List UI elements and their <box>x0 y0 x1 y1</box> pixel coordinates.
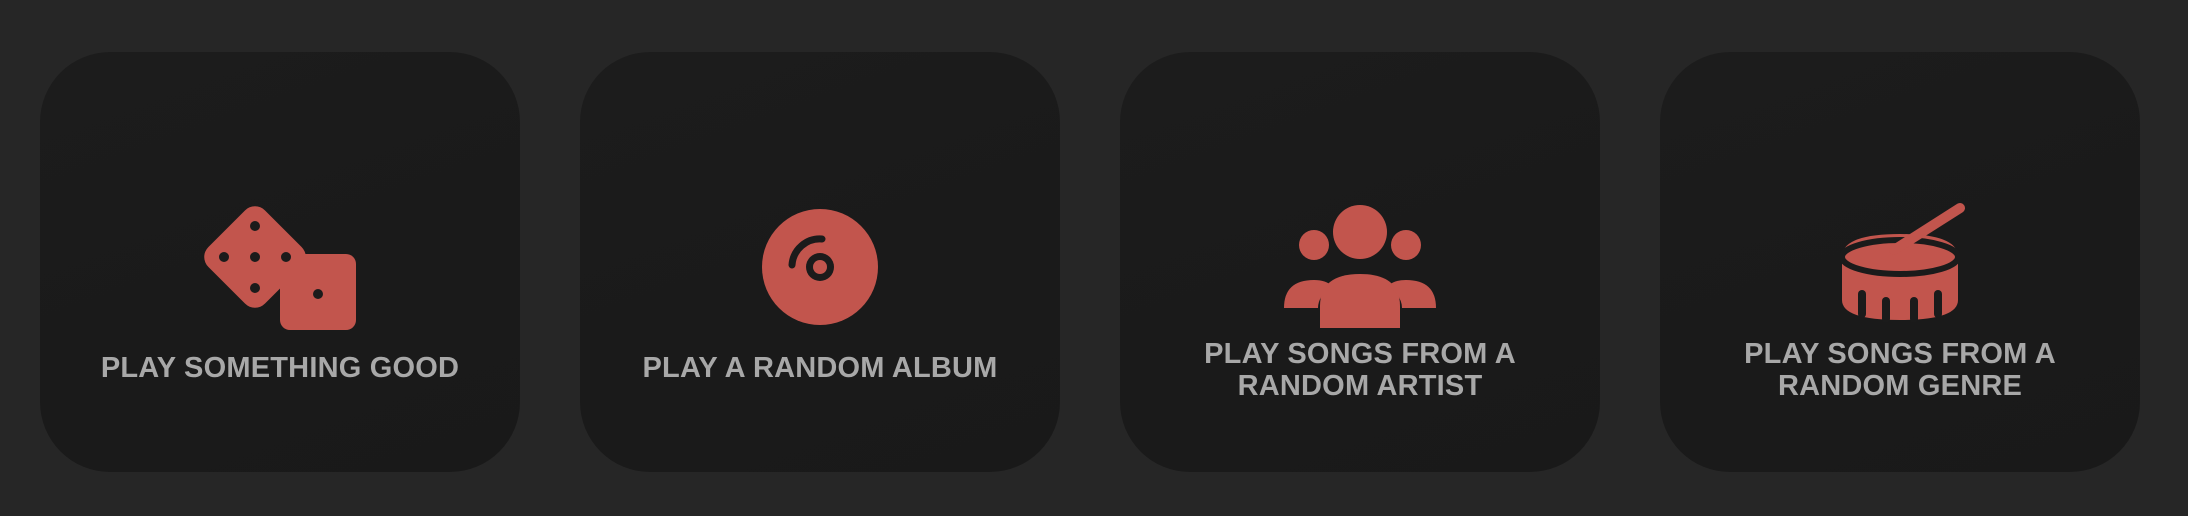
play-something-good-card[interactable]: PLAY SOMETHING GOOD <box>40 52 520 472</box>
play-random-artist-label: PLAY SONGS FROM A RANDOM ARTIST <box>1204 338 1516 402</box>
card-label: PLAY SONGS FROM A RANDOM GENRE <box>1700 52 2100 472</box>
card-label: PLAY SOMETHING GOOD <box>80 52 480 472</box>
play-random-genre-card[interactable]: PLAY SONGS FROM A RANDOM GENRE <box>1660 52 2140 472</box>
card-label: PLAY SONGS FROM A RANDOM ARTIST <box>1160 52 1560 472</box>
quick-play-row: PLAY SOMETHING GOOD PLAY A RANDOM ALBUM <box>0 0 2188 516</box>
play-random-album-label: PLAY A RANDOM ALBUM <box>642 352 998 384</box>
play-random-artist-card[interactable]: PLAY SONGS FROM A RANDOM ARTIST <box>1120 52 1600 472</box>
card-label: PLAY A RANDOM ALBUM <box>620 52 1020 472</box>
play-random-genre-label: PLAY SONGS FROM A RANDOM GENRE <box>1744 338 2056 402</box>
play-random-album-card[interactable]: PLAY A RANDOM ALBUM <box>580 52 1060 472</box>
play-something-good-label: PLAY SOMETHING GOOD <box>100 352 460 384</box>
